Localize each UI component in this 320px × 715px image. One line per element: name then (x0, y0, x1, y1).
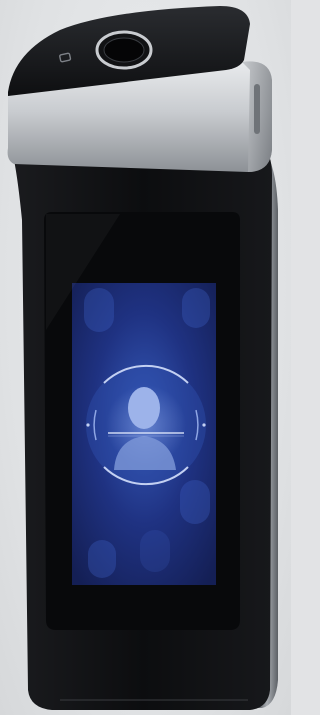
product-photo (0, 0, 291, 715)
side-slot (254, 84, 260, 134)
device-illustration (7, 6, 278, 710)
